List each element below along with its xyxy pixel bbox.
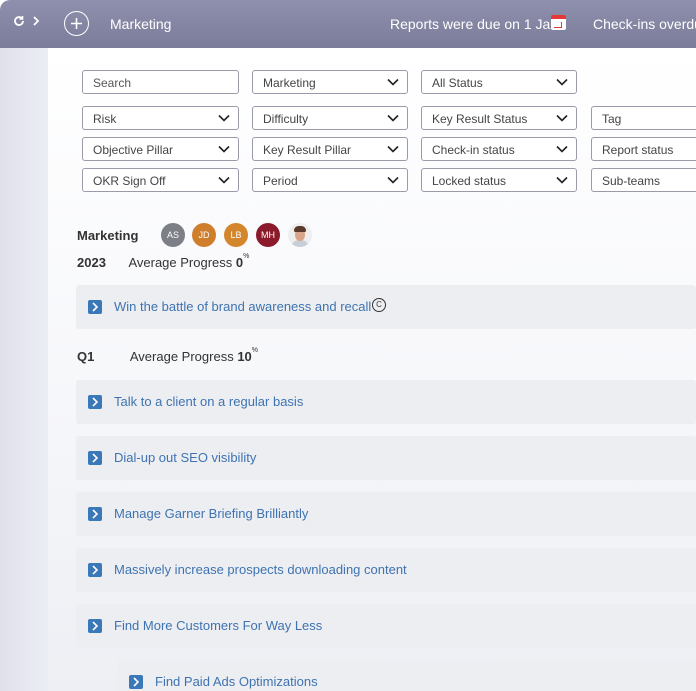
subteams-value: Sub-teams xyxy=(602,174,661,188)
objective-title[interactable]: Talk to a client on a regular basis xyxy=(114,394,303,409)
top-bar: Marketing Reports were due on 1 Jan Chec… xyxy=(0,0,696,48)
tag-select[interactable]: Tag xyxy=(591,106,696,130)
expand-icon[interactable] xyxy=(88,395,102,409)
objective-pillar-select[interactable]: Objective Pillar xyxy=(82,137,239,161)
chevron-down-icon xyxy=(218,114,230,122)
avg-progress-label: Average Progress xyxy=(129,349,234,364)
due-notice[interactable]: Reports were due on 1 Jan xyxy=(390,16,558,32)
objective-title[interactable]: Massively increase prospects downloading… xyxy=(114,562,407,577)
add-button[interactable] xyxy=(64,11,89,36)
plus-icon xyxy=(71,18,82,29)
calendar-icon[interactable] xyxy=(551,15,566,30)
okr-signoff-value: OKR Sign Off xyxy=(93,174,166,188)
kr-pillar-select[interactable]: Key Result Pillar xyxy=(252,137,408,161)
avg-progress-unit: % xyxy=(243,253,250,260)
year-progress: 2023 Average Progress 0% xyxy=(77,253,250,270)
objective-title[interactable]: Win the battle of brand awareness and re… xyxy=(114,299,371,314)
copyright-icon: C xyxy=(372,298,386,312)
period-select[interactable]: Period xyxy=(252,168,408,192)
difficulty-select-value: Difficulty xyxy=(263,112,309,126)
objective-row[interactable]: Win the battle of brand awareness and re… xyxy=(76,285,696,329)
locked-status-value: Locked status xyxy=(432,174,507,188)
expand-icon[interactable] xyxy=(88,619,102,633)
status-select[interactable]: All Status xyxy=(421,70,577,94)
chevron-down-icon xyxy=(387,78,399,86)
report-status-value: Report status xyxy=(602,143,674,157)
risk-select-value: Risk xyxy=(93,112,117,126)
refresh-icon[interactable] xyxy=(13,14,25,31)
chevron-down-icon xyxy=(387,176,399,184)
objective-title[interactable]: Find Paid Ads Optimizations xyxy=(155,674,318,689)
chevron-down-icon xyxy=(387,114,399,122)
objective-title[interactable]: Dial-up out SEO visibility xyxy=(114,450,256,465)
objective-row[interactable]: Massively increase prospects downloading… xyxy=(76,548,696,592)
chevron-down-icon xyxy=(218,176,230,184)
team-select-value: Marketing xyxy=(263,76,316,90)
avatar[interactable]: LB xyxy=(224,223,248,247)
search-input[interactable]: Search xyxy=(82,70,239,94)
avg-progress-value: 10 xyxy=(237,349,252,364)
expand-icon[interactable] xyxy=(88,451,102,465)
objective-pillar-value: Objective Pillar xyxy=(93,143,174,157)
chevron-down-icon xyxy=(556,145,568,153)
objective-title[interactable]: Manage Garner Briefing Brilliantly xyxy=(114,506,308,521)
avatar[interactable]: AS xyxy=(161,223,185,247)
checkin-status-value: Check-in status xyxy=(432,143,515,157)
expand-icon[interactable] xyxy=(88,507,102,521)
expand-icon[interactable] xyxy=(88,563,102,577)
report-status-select[interactable]: Report status xyxy=(591,137,696,161)
avatar-initials: AS xyxy=(166,230,179,240)
objective-row[interactable]: Talk to a client on a regular basis xyxy=(76,380,696,424)
objective-title[interactable]: Find More Customers For Way Less xyxy=(114,618,322,633)
subteams-select[interactable]: Sub-teams xyxy=(591,168,696,192)
expand-icon[interactable] xyxy=(129,675,143,689)
period-value: Period xyxy=(263,174,298,188)
okr-signoff-select[interactable]: OKR Sign Off xyxy=(82,168,239,192)
avatar[interactable]: JD xyxy=(192,223,216,247)
locked-status-select[interactable]: Locked status xyxy=(421,168,577,192)
chevron-down-icon xyxy=(556,114,568,122)
kr-status-select[interactable]: Key Result Status xyxy=(421,106,577,130)
avg-progress-label: Average Progress xyxy=(128,255,233,270)
checkins-notice[interactable]: Check-ins overdue xyxy=(593,16,696,32)
difficulty-select[interactable]: Difficulty xyxy=(252,106,408,130)
tag-select-value: Tag xyxy=(602,112,622,126)
kr-status-select-value: Key Result Status xyxy=(432,112,528,126)
objective-row[interactable]: Find More Customers For Way Less xyxy=(76,604,696,648)
team-heading: Marketing xyxy=(77,228,139,243)
expand-icon[interactable] xyxy=(88,300,102,314)
year-label: 2023 xyxy=(77,255,106,270)
kr-pillar-value: Key Result Pillar xyxy=(263,143,352,157)
quarter-label: Q1 xyxy=(77,349,95,364)
chevron-down-icon xyxy=(218,145,230,153)
risk-select[interactable]: Risk xyxy=(82,106,239,130)
chevron-down-icon xyxy=(387,145,399,153)
objective-row[interactable]: Manage Garner Briefing Brilliantly xyxy=(76,492,696,536)
team-select[interactable]: Marketing xyxy=(252,70,408,94)
child-objective-row[interactable]: Find Paid Ads Optimizations xyxy=(117,660,696,691)
avatar-initials: JD xyxy=(198,230,210,240)
team-title: Marketing xyxy=(110,16,172,32)
chevron-right-icon[interactable] xyxy=(32,14,40,31)
avg-progress-unit: % xyxy=(251,347,259,354)
avatar-initials: MH xyxy=(261,230,275,240)
quarter-progress: Q1 Average Progress 10% xyxy=(77,347,259,364)
sidebar xyxy=(0,48,48,691)
objective-row[interactable]: Dial-up out SEO visibility xyxy=(76,436,696,480)
chevron-down-icon xyxy=(556,176,568,184)
checkin-status-select[interactable]: Check-in status xyxy=(421,137,577,161)
status-select-value: All Status xyxy=(432,76,483,90)
chevron-down-icon xyxy=(556,78,568,86)
avatar[interactable]: MH xyxy=(256,223,280,247)
search-placeholder: Search xyxy=(93,76,132,90)
avatar-photo[interactable] xyxy=(288,223,312,247)
avatar-initials: LB xyxy=(230,230,242,240)
